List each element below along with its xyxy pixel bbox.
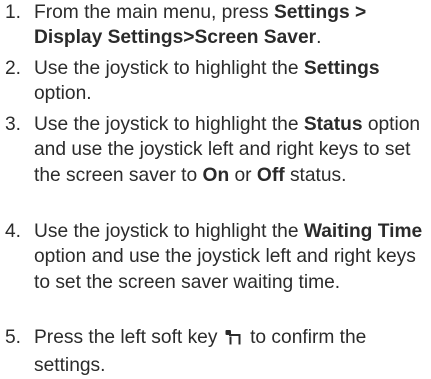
step-number: 3. (5, 114, 22, 135)
step-text-part: or (229, 164, 257, 186)
step-number: 1. (5, 2, 22, 23)
step-text: Use the joystick to highlight the Waitin… (34, 219, 429, 295)
option-name: Settings (303, 58, 380, 79)
step-text-part: Use the joystick to highlight the (34, 58, 304, 79)
step-text: Press the left soft key to confirm the s… (34, 325, 429, 379)
step-text-part: option and use the joystick left and rig… (34, 246, 416, 293)
step-text: Use the joystick to highlight the Status… (34, 112, 429, 188)
status-value: On (202, 164, 230, 186)
left-soft-key-icon (225, 328, 243, 353)
step-text-part: Use the joystick to highlight the (34, 221, 304, 242)
option-name: Waiting Time (303, 221, 423, 242)
step-text: From the main menu, press Settings > Dis… (34, 0, 429, 51)
step-text-part: From the main menu, press (34, 2, 274, 23)
step-text-part: Use the joystick to highlight the (34, 114, 304, 135)
step-text-part: option. (34, 83, 92, 105)
step-text-part: Press the left soft key (34, 327, 223, 348)
status-value: Off (256, 164, 285, 186)
step-text: Use the joystick to highlight the Settin… (34, 56, 429, 107)
step-number: 5. (5, 327, 22, 348)
step-number: 4. (5, 221, 22, 242)
instruction-steps: 1. From the main menu, press Settings > … (0, 0, 431, 376)
step-text-part: status. (284, 164, 347, 186)
step-text-part: . (316, 27, 322, 49)
option-name: Status (303, 114, 363, 135)
step-number: 2. (5, 58, 22, 79)
